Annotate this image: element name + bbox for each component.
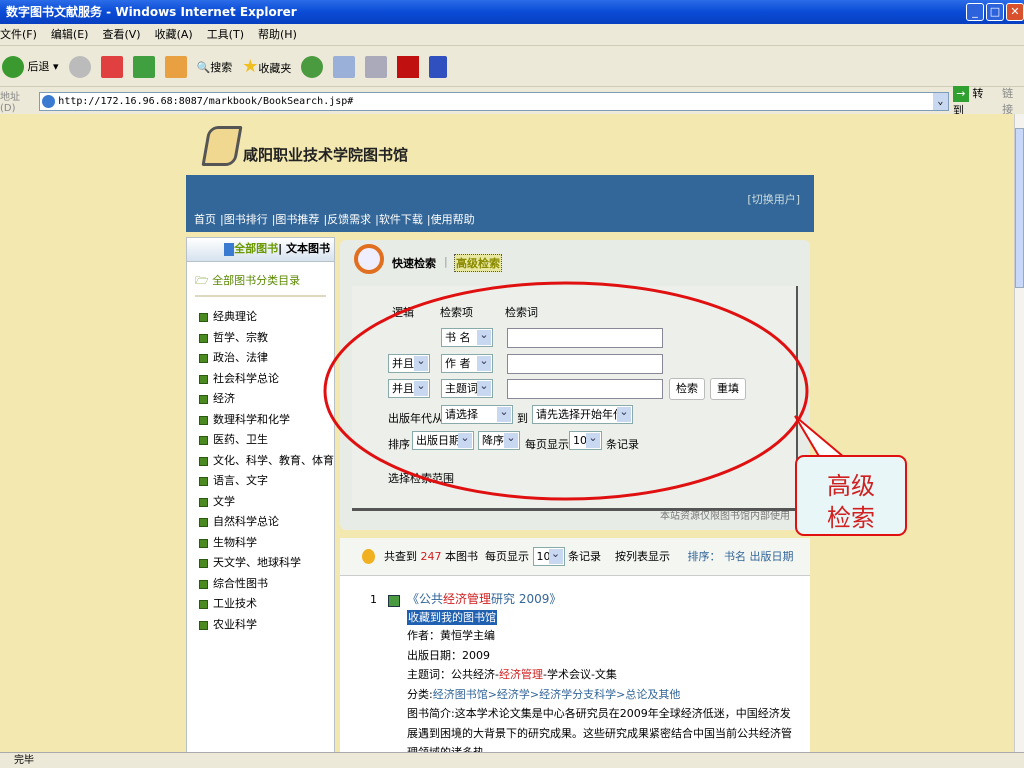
- stop-icon[interactable]: [100, 55, 123, 78]
- print-icon[interactable]: [365, 55, 388, 78]
- menu-edit[interactable]: 编辑(E): [51, 28, 89, 41]
- annotation-overlay: 高级 检索: [323, 281, 907, 536]
- search-label: 搜索: [210, 60, 233, 74]
- highlight-ellipse: [323, 281, 809, 501]
- go-button[interactable]: → 转到: [952, 85, 994, 118]
- menu-tools[interactable]: 工具(T): [207, 28, 244, 41]
- url-text: http://172.16.96.68:8087/markbook/BookSe…: [58, 95, 354, 107]
- menu-view[interactable]: 查看(V): [102, 28, 140, 41]
- menu-help[interactable]: 帮助(H): [258, 28, 297, 41]
- search-icon: 🔍: [196, 60, 211, 74]
- baidu-icon[interactable]: [429, 55, 448, 78]
- back-label: 后退: [27, 59, 50, 73]
- close-button[interactable]: ✕: [1006, 3, 1024, 21]
- favorites-label: 收藏夹: [258, 62, 292, 75]
- address-label: 地址(D): [0, 92, 20, 114]
- address-bar: 地址(D) http://172.16.96.68:8087/markbook/…: [0, 85, 1024, 117]
- search-button[interactable]: 🔍搜索: [197, 59, 233, 75]
- title-bar: 数字图书文献服务 - Windows Internet Explorer: [0, 0, 1024, 24]
- status-bar: 完毕: [0, 752, 1024, 768]
- star-icon: ★: [242, 56, 259, 77]
- menu-file[interactable]: 文件(F): [0, 28, 37, 41]
- menu-bar: 文件(F) 编辑(E) 查看(V) 收藏(A) 工具(T) 帮助(H): [0, 24, 1024, 46]
- minimize-button[interactable]: _: [966, 3, 984, 21]
- menu-favorites[interactable]: 收藏(A): [155, 28, 193, 41]
- scroll-thumb[interactable]: [1015, 128, 1024, 288]
- kaspersky-icon[interactable]: [397, 55, 420, 78]
- window-title: 数字图书文献服务 - Windows Internet Explorer: [6, 5, 297, 19]
- vertical-scrollbar[interactable]: [1014, 114, 1024, 752]
- links-button[interactable]: 链接: [1002, 85, 1024, 117]
- callout-pointer: [794, 415, 848, 459]
- toolbar: 后退 ▾ 🔍搜索 ★收藏夹: [0, 47, 1024, 87]
- favorites-button[interactable]: ★收藏夹: [242, 56, 291, 77]
- mail-icon[interactable]: [333, 55, 356, 78]
- callout-text-2: 检索: [827, 504, 875, 532]
- page-content: 咸阳职业技术学院图书馆 [切换用户] 首页 |图书排行 |图书推荐 |反馈需求 |软件下…: [0, 114, 1014, 752]
- url-input[interactable]: http://172.16.96.68:8087/markbook/BookSe…: [39, 91, 949, 111]
- callout-text-1: 高级: [827, 472, 875, 500]
- back-arrow-icon: [2, 55, 24, 78]
- status-text: 完毕: [14, 755, 34, 766]
- history-icon[interactable]: [301, 55, 324, 78]
- maximize-button[interactable]: □: [986, 3, 1004, 21]
- ie-page-icon: [42, 94, 56, 108]
- go-arrow-icon: →: [952, 85, 969, 102]
- url-dropdown-icon[interactable]: ⌄: [932, 92, 948, 110]
- home-icon[interactable]: [164, 55, 187, 78]
- back-button[interactable]: 后退 ▾: [2, 55, 59, 78]
- forward-icon[interactable]: [68, 55, 91, 78]
- refresh-icon[interactable]: [132, 55, 155, 78]
